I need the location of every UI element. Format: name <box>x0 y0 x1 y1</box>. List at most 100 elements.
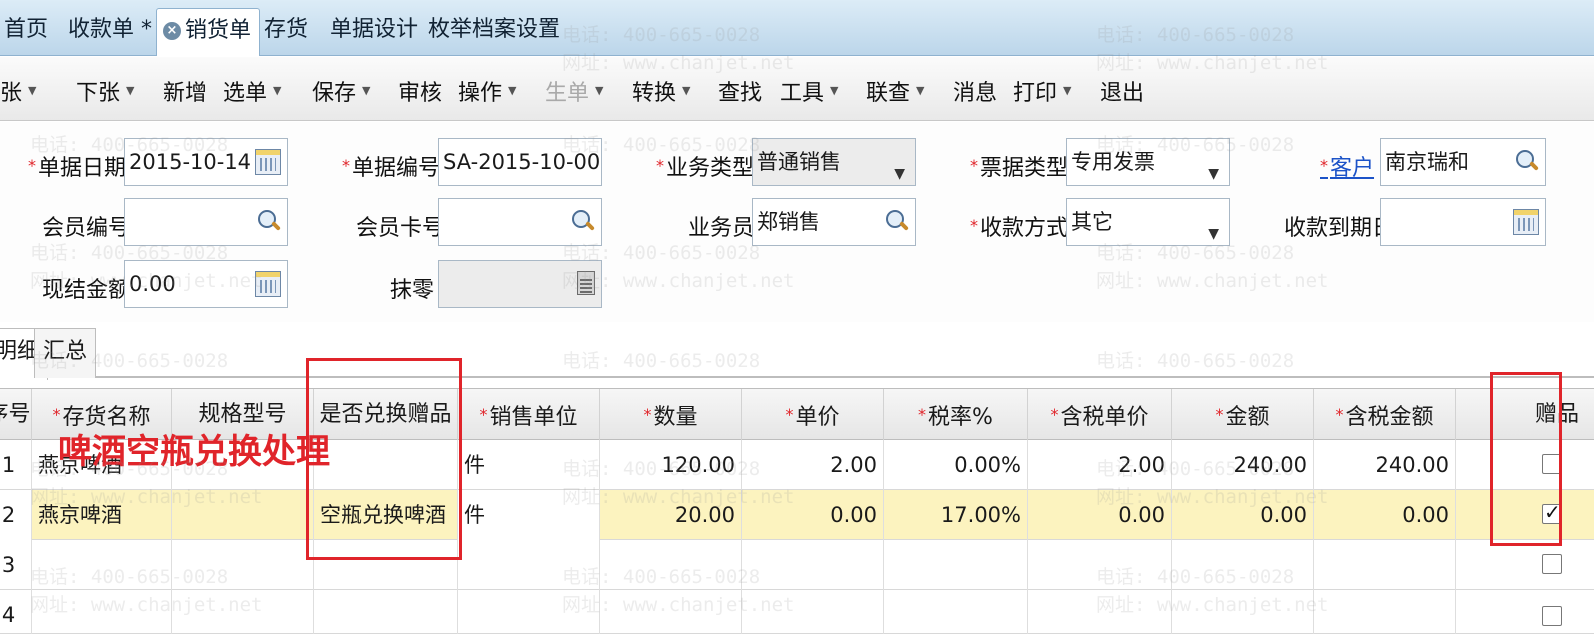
message-button[interactable]: 消息 <box>953 75 997 107</box>
new-button[interactable]: 新增 <box>163 75 207 107</box>
cell-unit[interactable] <box>458 590 600 634</box>
tab-summary[interactable]: 汇总 <box>34 328 97 378</box>
due-date-field[interactable] <box>1380 198 1546 246</box>
salesman-field[interactable]: 郑销售 <box>752 198 916 246</box>
chevron-down-icon: ▼ <box>894 166 905 182</box>
cell-tax-amount[interactable]: 0.00 <box>1314 490 1456 540</box>
operation-button[interactable]: 操作 ▼ <box>458 75 516 107</box>
customer-field[interactable]: 南京瑞和 <box>1380 138 1546 186</box>
tab-home[interactable]: 首页 <box>4 8 48 56</box>
cell-tax-price[interactable]: 0.00 <box>1028 490 1172 540</box>
table-row[interactable]: 2 燕京啤酒 空瓶兑换啤酒 件 20.00 0.00 17.00% 0.00 0… <box>0 490 1594 540</box>
biz-type-select[interactable]: 普通销售 ▼ <box>752 138 916 186</box>
next-button[interactable]: 下张 ▼ <box>76 75 134 107</box>
calendar-icon[interactable] <box>1513 209 1539 235</box>
tab-inventory[interactable]: 存货 <box>264 8 308 56</box>
member-card-field[interactable] <box>438 198 602 246</box>
cell-amount[interactable]: 0.00 <box>1172 490 1314 540</box>
close-icon[interactable]: × <box>163 22 181 40</box>
cell-exchange[interactable] <box>314 590 458 634</box>
cell-name[interactable] <box>32 590 172 634</box>
col-tax-price[interactable]: *含税单价 <box>1028 389 1172 441</box>
cell-tax-price[interactable]: 2.00 <box>1028 440 1172 490</box>
tab-receipt[interactable]: 收款单 * <box>68 8 152 56</box>
gift-checkbox[interactable] <box>1542 554 1562 574</box>
col-amount[interactable]: *金额 <box>1172 389 1314 441</box>
chevron-down-icon: ▼ <box>508 84 517 97</box>
col-unit[interactable]: *销售单位 <box>458 389 600 441</box>
col-tax-amount[interactable]: *含税金额 <box>1314 389 1456 441</box>
tab-sales-delivery[interactable]: × 销货单 <box>156 8 261 56</box>
cell-qty[interactable] <box>600 540 742 590</box>
round-off-field[interactable] <box>438 260 602 308</box>
cell-qty[interactable]: 20.00 <box>600 490 742 540</box>
cell-unit[interactable]: 件 <box>458 490 600 540</box>
member-no-field[interactable] <box>124 198 288 246</box>
cash-amount-field[interactable]: 0.00 <box>124 260 288 308</box>
print-button[interactable]: 打印 ▼ <box>1013 75 1071 107</box>
tab-label: 销货单 <box>185 18 252 43</box>
doc-date-field[interactable]: 2015-10-14 <box>124 138 288 186</box>
generate-doc-button[interactable]: 生单 ▼ <box>545 75 603 107</box>
cell-tax-amount[interactable] <box>1314 540 1456 590</box>
search-icon[interactable] <box>257 209 281 233</box>
cell-price[interactable]: 2.00 <box>742 440 884 490</box>
cell-amount[interactable]: 240.00 <box>1172 440 1314 490</box>
cell-spec[interactable] <box>172 540 314 590</box>
prev-button[interactable]: 上张▼ <box>0 75 36 107</box>
chevron-down-icon: ▼ <box>830 84 839 97</box>
table-row[interactable]: 3 <box>0 540 1594 590</box>
table-row[interactable]: 4 <box>0 590 1594 634</box>
find-button[interactable]: 查找 <box>718 75 762 107</box>
gift-checkbox[interactable] <box>1542 606 1562 626</box>
chevron-down-icon: ▼ <box>916 84 925 97</box>
save-button[interactable]: 保存 ▼ <box>312 75 370 107</box>
search-icon[interactable] <box>571 209 595 233</box>
doc-no-field[interactable]: SA-2015-10-0001 <box>438 138 602 186</box>
cell-tax-rate[interactable] <box>884 540 1028 590</box>
calculator-icon[interactable] <box>577 271 595 295</box>
cell-amount[interactable] <box>1172 540 1314 590</box>
invoice-type-select[interactable]: 专用发票 ▼ <box>1066 138 1230 186</box>
audit-button[interactable]: 审核 <box>398 75 442 107</box>
cell-price[interactable] <box>742 540 884 590</box>
calendar-icon[interactable] <box>255 149 281 175</box>
cell-unit[interactable] <box>458 540 600 590</box>
exit-button[interactable]: 退出 <box>1100 75 1144 107</box>
cell-price[interactable]: 0.00 <box>742 490 884 540</box>
cell-name[interactable] <box>32 540 172 590</box>
cell-tax-rate[interactable]: 17.00% <box>884 490 1028 540</box>
pay-method-select[interactable]: 其它 ▼ <box>1066 198 1230 246</box>
search-icon[interactable] <box>885 209 909 233</box>
cell-name[interactable]: 燕京啤酒 <box>32 490 172 540</box>
tools-button[interactable]: 工具 ▼ <box>780 75 838 107</box>
cell-amount[interactable] <box>1172 590 1314 634</box>
cell-qty[interactable]: 120.00 <box>600 440 742 490</box>
chevron-down-icon: ▼ <box>126 84 135 97</box>
cell-tax-amount[interactable] <box>1314 590 1456 634</box>
chevron-down-icon: ▼ <box>1208 226 1219 242</box>
cell-tax-amount[interactable]: 240.00 <box>1314 440 1456 490</box>
document-tab-bar: 首页 收款单 * × 销货单 存货 单据设计 枚举档案设置 <box>0 0 1594 56</box>
cell-unit[interactable]: 件 <box>458 440 600 490</box>
cell-tax-rate[interactable]: 0.00% <box>884 440 1028 490</box>
search-icon[interactable] <box>1515 149 1539 173</box>
col-tax-rate[interactable]: *税率% <box>884 389 1028 441</box>
customer-link[interactable]: *客户 <box>1320 150 1374 182</box>
cell-qty[interactable] <box>600 590 742 634</box>
col-price[interactable]: *单价 <box>742 389 884 441</box>
cell-spec[interactable] <box>172 590 314 634</box>
cell-tax-price[interactable] <box>1028 590 1172 634</box>
cell-price[interactable] <box>742 590 884 634</box>
linked-query-button[interactable]: 联查 ▼ <box>866 75 924 107</box>
doc-date-label: *单据日期 <box>28 156 127 181</box>
calculator-icon[interactable] <box>255 271 281 297</box>
cell-tax-rate[interactable] <box>884 590 1028 634</box>
col-qty[interactable]: *数量 <box>600 389 742 441</box>
tab-enum-settings[interactable]: 枚举档案设置 <box>428 8 560 56</box>
cell-tax-price[interactable] <box>1028 540 1172 590</box>
convert-button[interactable]: 转换 ▼ <box>632 75 690 107</box>
tab-document-design[interactable]: 单据设计 <box>330 8 418 56</box>
cell-spec[interactable] <box>172 490 314 540</box>
select-doc-button[interactable]: 选单 ▼ <box>223 75 281 107</box>
